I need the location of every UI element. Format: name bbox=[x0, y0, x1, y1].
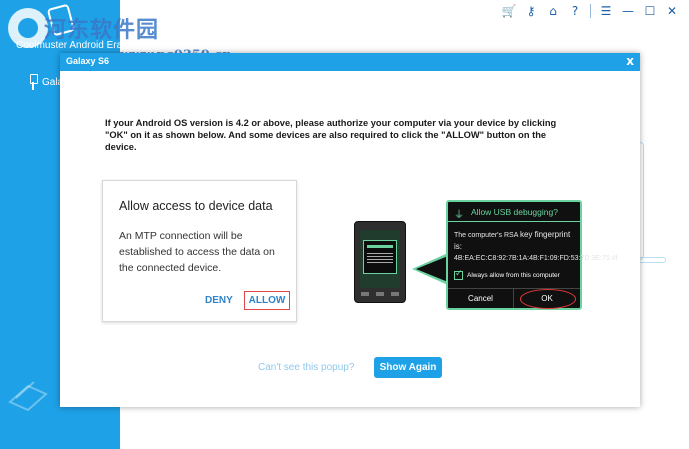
eraser-decoration-icon bbox=[8, 381, 48, 412]
ok-highlight-ring bbox=[520, 289, 576, 309]
help-icon[interactable]: ? bbox=[564, 2, 586, 20]
phone-illustration bbox=[354, 221, 406, 303]
usb-icon bbox=[28, 74, 38, 90]
usb-body-prefix: The computer's RSA bbox=[454, 232, 518, 239]
usb-dialog-title: Allow USB debugging? bbox=[471, 207, 558, 217]
usb-dialog-body: The computer's RSA key fingerprint is: 4… bbox=[454, 229, 617, 264]
usb-ok-button: OK bbox=[514, 289, 580, 309]
dialog-header: Galaxy S6 x bbox=[60, 53, 640, 71]
dialog-close-button[interactable]: x bbox=[626, 54, 634, 68]
feedback-icon[interactable]: ☰ bbox=[595, 2, 617, 20]
home-icon[interactable]: ⌂ bbox=[542, 2, 564, 20]
usb-dialog-buttons: Cancel OK bbox=[448, 288, 580, 309]
usb-fingerprint: 4B:EA:EC:C8:92:7B:1A:4B:F1:09:FD:53:7D:3… bbox=[454, 255, 618, 262]
usb-icon: ⏚ bbox=[454, 210, 464, 221]
callout-pointer-fill bbox=[416, 256, 448, 282]
minimize-icon[interactable]: — bbox=[617, 2, 639, 20]
dialog-title: Galaxy S6 bbox=[66, 56, 110, 66]
allow-button: ALLOW bbox=[244, 291, 290, 310]
permission-body: An MTP connection will be established to… bbox=[119, 230, 275, 274]
usb-debugging-example: ⏚ Allow USB debugging? The computer's RS… bbox=[446, 200, 617, 310]
phone-buttons bbox=[361, 292, 399, 298]
always-allow-label: Always allow from this computer bbox=[467, 271, 560, 279]
checkbox-checked-icon bbox=[454, 269, 463, 280]
key-icon[interactable]: ⚷ bbox=[520, 2, 542, 20]
cant-see-popup-text: Can't see this popup? bbox=[258, 362, 355, 373]
instruction-text: If your Android OS version is 4.2 or abo… bbox=[105, 118, 557, 152]
usb-dialog-header: ⏚ Allow USB debugging? bbox=[448, 202, 580, 222]
title-toolbar: 🛒 ⚷ ⌂ ? ☰ — ☐ ✕ bbox=[498, 2, 683, 20]
cart-icon[interactable]: 🛒 bbox=[498, 2, 520, 20]
phone-popup-thumbnail bbox=[363, 240, 397, 274]
watermark: 河东软件园 bbox=[44, 17, 160, 43]
maximize-icon[interactable]: ☐ bbox=[639, 2, 661, 20]
close-icon[interactable]: ✕ bbox=[661, 2, 683, 20]
always-allow-checkbox: Always allow from this computer bbox=[454, 268, 570, 282]
show-again-button[interactable]: Show Again bbox=[374, 357, 442, 378]
deny-button: DENY bbox=[205, 295, 233, 306]
permission-title: Allow access to device data bbox=[119, 199, 273, 213]
authorize-dialog: Galaxy S6 x If your Android OS version i… bbox=[60, 53, 640, 407]
usb-cancel-button: Cancel bbox=[448, 289, 514, 308]
toolbar-divider bbox=[590, 4, 591, 18]
permission-example-card: Allow access to device data An MTP conne… bbox=[102, 180, 297, 322]
phone-screen bbox=[360, 230, 400, 288]
sidebar-item-device[interactable]: Gala bbox=[28, 74, 63, 90]
